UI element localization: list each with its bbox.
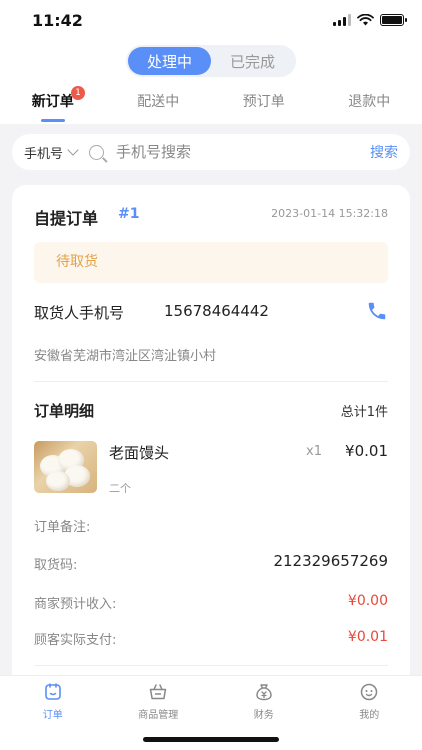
status-icons bbox=[333, 14, 407, 26]
status-time: 11:42 bbox=[32, 11, 83, 30]
tabbar-label: 我的 bbox=[359, 710, 380, 721]
search-input[interactable] bbox=[116, 143, 337, 161]
search-button[interactable]: 搜索 bbox=[370, 142, 398, 162]
order-remark-label: 订单备注: bbox=[34, 520, 91, 535]
order-card[interactable]: 自提订单 #1 2023-01-14 15:32:18 待取货 取货人手机号 1… bbox=[12, 185, 410, 675]
profile-face-icon bbox=[361, 683, 378, 701]
pickup-address: 安徽省芜湖市湾沚区湾沚镇小村 bbox=[34, 349, 217, 364]
order-detail-title: 订单明细 bbox=[34, 402, 95, 420]
basket-icon bbox=[150, 684, 167, 700]
tab-refunds[interactable]: 退款中 bbox=[317, 90, 422, 120]
divider bbox=[34, 381, 388, 382]
segment-completed[interactable]: 已完成 bbox=[211, 47, 294, 75]
phone-call-icon[interactable] bbox=[366, 300, 388, 322]
tabbar-label: 订单 bbox=[42, 710, 63, 721]
search-icon bbox=[89, 144, 105, 160]
pickup-code-value: 212329657269 bbox=[273, 552, 388, 570]
home-indicator bbox=[143, 737, 279, 742]
order-number: #1 bbox=[118, 206, 140, 222]
tab-label: 预订单 bbox=[242, 94, 285, 110]
tab-preorders[interactable]: 预订单 bbox=[211, 90, 317, 120]
product-name: 老面馒头 bbox=[109, 444, 170, 462]
pickup-phone-label: 取货人手机号 bbox=[34, 304, 125, 322]
tab-delivering[interactable]: 配送中 bbox=[106, 90, 212, 120]
tab-new-orders[interactable]: 新订单 1 bbox=[0, 86, 106, 122]
merchant-income-label: 商家预计收入: bbox=[34, 597, 117, 612]
product-spec: 二个 bbox=[109, 482, 131, 495]
product-image bbox=[34, 441, 97, 493]
search-bar: 手机号 搜索 bbox=[12, 134, 410, 170]
tab-label: 新订单 bbox=[31, 94, 74, 110]
wifi-icon bbox=[357, 14, 374, 26]
header: 处理中 已完成 新订单 1 配送中 预订单 退款中 bbox=[0, 40, 422, 124]
money-bag-icon bbox=[255, 684, 272, 701]
divider bbox=[34, 665, 388, 666]
product-quantity: x1 bbox=[306, 444, 322, 459]
order-status-banner: 待取货 bbox=[34, 242, 388, 283]
product-price: ¥0.01 bbox=[345, 442, 388, 460]
order-time: 2023-01-14 15:32:18 bbox=[271, 207, 388, 220]
segment-processing[interactable]: 处理中 bbox=[128, 47, 211, 75]
tabbar-profile[interactable]: 我的 bbox=[317, 676, 422, 750]
cellular-signal-icon bbox=[333, 14, 351, 26]
order-type: 自提订单 bbox=[34, 209, 99, 228]
search-type-dropdown[interactable]: 手机号 bbox=[24, 143, 79, 162]
status-bar: 11:42 bbox=[0, 0, 422, 40]
merchant-income-value: ¥0.00 bbox=[347, 593, 388, 609]
pickup-phone-number: 15678464442 bbox=[164, 302, 269, 320]
customer-paid-label: 顾客实际支付: bbox=[34, 633, 117, 648]
battery-icon bbox=[380, 14, 407, 26]
order-tabs: 新订单 1 配送中 预订单 退款中 bbox=[0, 86, 422, 122]
chevron-down-icon bbox=[67, 144, 79, 156]
tab-label: 退款中 bbox=[348, 94, 391, 110]
tabbar-orders[interactable]: 订单 bbox=[0, 676, 106, 750]
tabbar-label: 商品管理 bbox=[138, 710, 179, 721]
status-segmented-control: 处理中 已完成 bbox=[126, 45, 296, 77]
order-icon bbox=[44, 683, 61, 700]
order-item-total: 总计1件 bbox=[340, 405, 388, 420]
new-order-badge: 1 bbox=[71, 86, 85, 100]
active-tab-indicator bbox=[40, 119, 65, 122]
search-type-label: 手机号 bbox=[24, 146, 64, 162]
tab-label: 配送中 bbox=[137, 94, 180, 110]
tabbar-label: 财务 bbox=[253, 710, 274, 721]
customer-paid-value: ¥0.01 bbox=[347, 629, 388, 645]
pickup-code-label: 取货码: bbox=[34, 558, 78, 573]
